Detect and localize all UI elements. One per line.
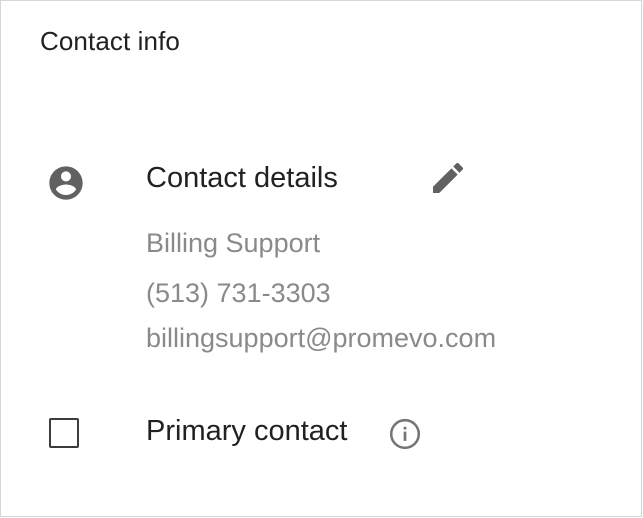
edit-contact-button[interactable] <box>421 153 475 207</box>
info-icon <box>387 416 423 457</box>
primary-contact-info-button[interactable] <box>385 416 425 456</box>
contact-name: Billing Support <box>146 228 321 258</box>
primary-contact-label: Primary contact <box>146 415 348 447</box>
contact-details-heading: Contact details <box>146 162 338 194</box>
contact-info-card: Contact info Contact details Billing Sup… <box>0 0 642 517</box>
card-title: Contact info <box>40 26 180 56</box>
contact-email: billingsupport@promevo.com <box>146 323 497 353</box>
account-circle-icon <box>46 163 86 203</box>
pencil-icon <box>428 158 468 203</box>
contact-phone: (513) 731-3303 <box>146 278 331 308</box>
primary-contact-checkbox[interactable] <box>49 418 79 448</box>
